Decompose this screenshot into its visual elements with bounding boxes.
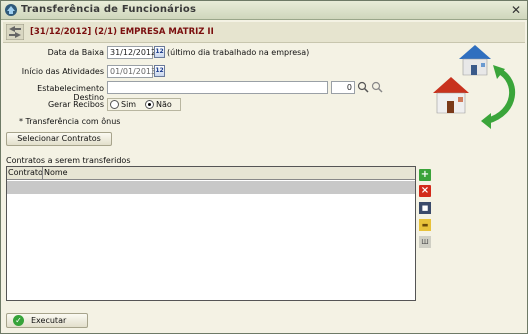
transfer-arrows-icon[interactable] <box>6 24 24 40</box>
check-icon: ✓ <box>13 315 24 326</box>
estabelecimento-field[interactable] <box>107 81 328 94</box>
column-header-nome[interactable]: Nome <box>44 168 68 177</box>
houses-transfer-icon <box>433 45 516 129</box>
executar-button[interactable]: ✓ Executar <box>6 313 88 328</box>
gerar-recibos-group: Sim Não <box>107 98 181 111</box>
save-icon[interactable]: ■ <box>419 202 431 214</box>
window-title: Transferência de Funcionários <box>21 4 197 15</box>
add-icon[interactable]: + <box>419 169 431 181</box>
transfer-window: Transferência de Funcionários ✕ [31/12/2… <box>0 0 528 334</box>
estabelecimento-code-field[interactable]: 0 <box>331 81 355 94</box>
calendar-icon[interactable]: 12 <box>154 65 165 77</box>
grid-header: Contrato Nome <box>7 167 415 180</box>
inicio-atividades-label: Início das Atividades <box>21 67 104 76</box>
search-icon[interactable] <box>357 81 370 94</box>
calendar-icon[interactable]: 12 <box>154 46 165 58</box>
clear-search-icon[interactable] <box>371 81 384 94</box>
column-divider[interactable] <box>42 167 43 180</box>
data-baixa-field[interactable]: 31/12/2012 <box>107 46 156 59</box>
inicio-atividades-field[interactable]: 01/01/2013 <box>107 65 156 78</box>
open-folder-icon[interactable]: ▬ <box>419 219 431 231</box>
grid-section-label: Contratos a serem transferidos <box>6 156 131 165</box>
contracts-grid[interactable]: Contrato Nome <box>6 166 416 301</box>
data-baixa-note: (último dia trabalhado na empresa) <box>167 48 310 57</box>
radio-sim-label: Sim <box>121 100 137 109</box>
selecionar-contratos-button[interactable]: Selecionar Contratos <box>6 132 112 146</box>
company-header-text: [31/12/2012] (2/1) EMPRESA MATRIZ II <box>30 27 214 37</box>
radio-sim[interactable] <box>110 100 119 109</box>
close-icon[interactable]: ✕ <box>509 3 523 17</box>
title-bar[interactable]: Transferência de Funcionários ✕ <box>1 1 527 20</box>
radio-nao[interactable] <box>145 100 154 109</box>
data-baixa-label: Data da Baixa <box>47 48 104 57</box>
executar-label: Executar <box>31 316 67 325</box>
company-header: [31/12/2012] (2/1) EMPRESA MATRIZ II <box>3 22 525 43</box>
gerar-recibos-label: Gerar Recibos <box>47 100 104 109</box>
table-row[interactable] <box>7 181 415 194</box>
column-header-contrato[interactable]: Contrato <box>8 168 43 177</box>
onus-note: * Transferência com ônus <box>19 117 121 126</box>
radio-nao-label: Não <box>156 100 172 109</box>
delete-icon[interactable]: × <box>419 185 431 197</box>
app-icon <box>5 4 17 16</box>
library-icon[interactable]: Ш <box>419 236 431 248</box>
